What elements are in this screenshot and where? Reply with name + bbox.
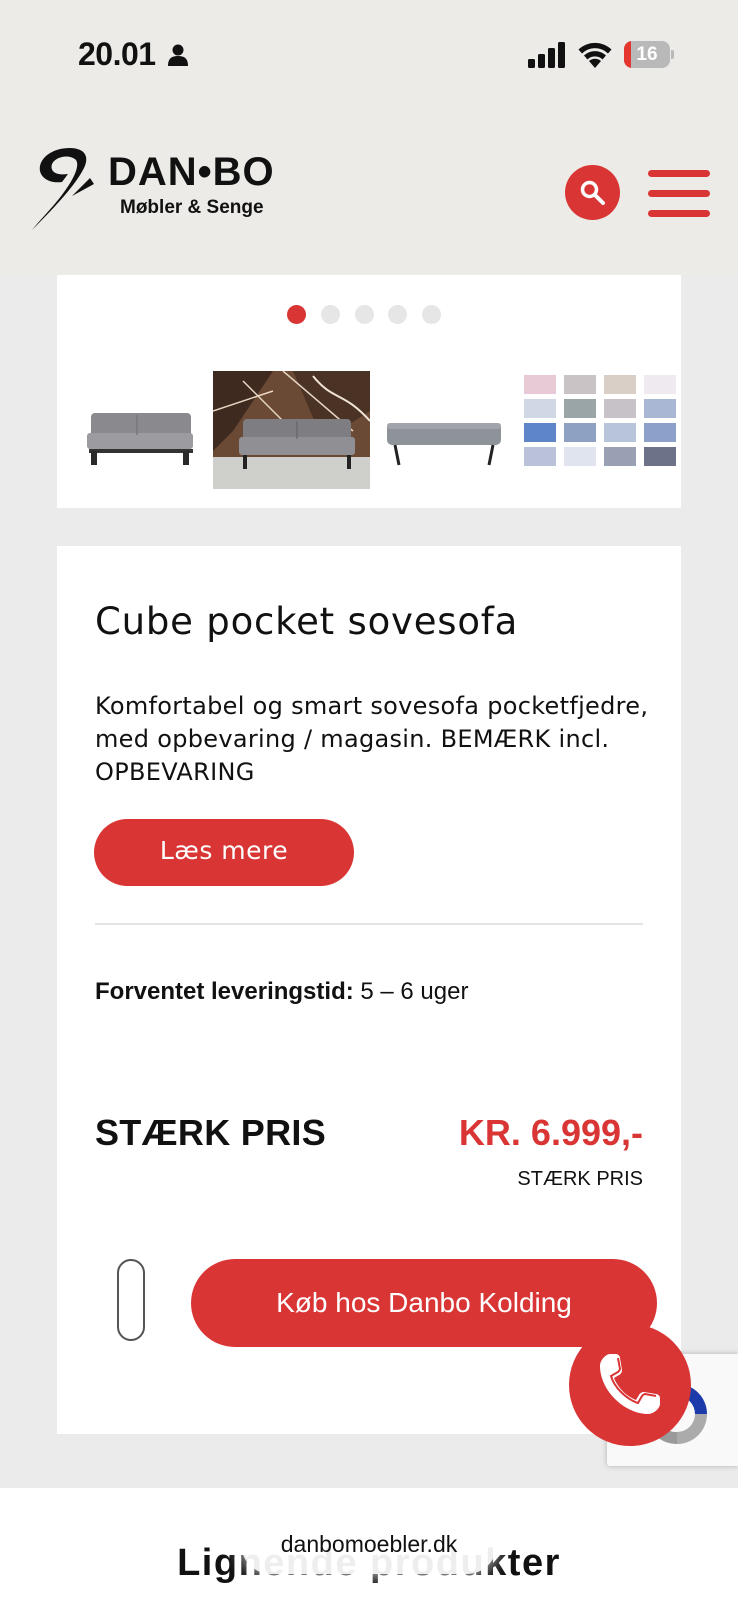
logo-swoosh-icon [32, 148, 94, 230]
product-card: Cube pocket sovesofa Komfortabel og smar… [57, 546, 681, 1434]
site-header: DAN•BO Møbler & Senge [0, 110, 738, 275]
fabric-swatch [604, 423, 636, 442]
delivery-label: Forventet leveringstid: [95, 978, 354, 1005]
product-description: Komfortabel og smart sovesofa pocketfjed… [95, 692, 649, 786]
fabric-swatch [644, 423, 676, 442]
fabric-swatch [564, 399, 596, 418]
logo-wordmark: DAN•BO [108, 150, 275, 194]
battery-level: 16 [636, 44, 658, 65]
fabric-swatch [564, 447, 596, 466]
delivery-time: Forventet leveringstid: 5 – 6 uger [95, 978, 468, 1006]
browser-url-bar[interactable]: danbomoebler.dk [241, 1514, 497, 1574]
gallery-dot-4[interactable] [388, 305, 407, 324]
divider [95, 923, 643, 925]
gallery-dot-3[interactable] [355, 305, 374, 324]
fabric-swatch [644, 375, 676, 394]
call-button[interactable] [569, 1324, 691, 1446]
fabric-swatch [524, 375, 556, 394]
status-time: 20.01 [78, 36, 156, 72]
price-sublabel: STÆRK PRIS [517, 1168, 643, 1190]
thumbnail-sofa-bed[interactable] [383, 371, 505, 489]
status-bar: 20.01 16 [0, 0, 738, 110]
search-icon [580, 180, 605, 205]
fabric-swatch [524, 399, 556, 418]
thumbnail-fabric-swatches[interactable] [518, 371, 681, 489]
fabric-swatch [604, 399, 636, 418]
gallery-dot-1[interactable] [287, 305, 306, 324]
delivery-value: 5 – 6 uger [353, 978, 469, 1005]
thumbnail-sofa-side[interactable] [79, 371, 199, 489]
battery-icon: 16 [624, 41, 674, 68]
logo-subtitle: Møbler & Senge [120, 197, 264, 218]
fabric-swatch [604, 375, 636, 394]
search-button[interactable] [565, 165, 620, 220]
product-title: Cube pocket sovesofa [95, 600, 519, 643]
phone-icon [600, 1354, 660, 1414]
buy-button[interactable]: Køb hos Danbo Kolding [191, 1259, 657, 1347]
fabric-swatch [524, 447, 556, 466]
signal-icon [528, 42, 565, 68]
fabric-swatch [564, 375, 596, 394]
price-value: KR. 6.999,- [458, 1112, 643, 1153]
person-icon [168, 44, 188, 66]
fabric-swatch [604, 447, 636, 466]
gallery-dot-5[interactable] [422, 305, 441, 324]
hamburger-menu-icon[interactable] [648, 170, 710, 218]
gallery-dot-2[interactable] [321, 305, 340, 324]
fabric-swatch [644, 399, 676, 418]
wifi-icon [578, 42, 612, 68]
product-gallery [57, 275, 681, 508]
fabric-swatch [564, 423, 596, 442]
fabric-swatch [524, 423, 556, 442]
price-label: STÆRK PRIS [95, 1112, 327, 1153]
fabric-swatch [644, 447, 676, 466]
read-more-button[interactable]: Læs mere [94, 819, 354, 886]
thumbnail-sofa-marble[interactable] [213, 371, 370, 489]
quantity-input[interactable] [117, 1259, 145, 1341]
danbo-logo[interactable]: DAN•BO Møbler & Senge [28, 144, 274, 234]
